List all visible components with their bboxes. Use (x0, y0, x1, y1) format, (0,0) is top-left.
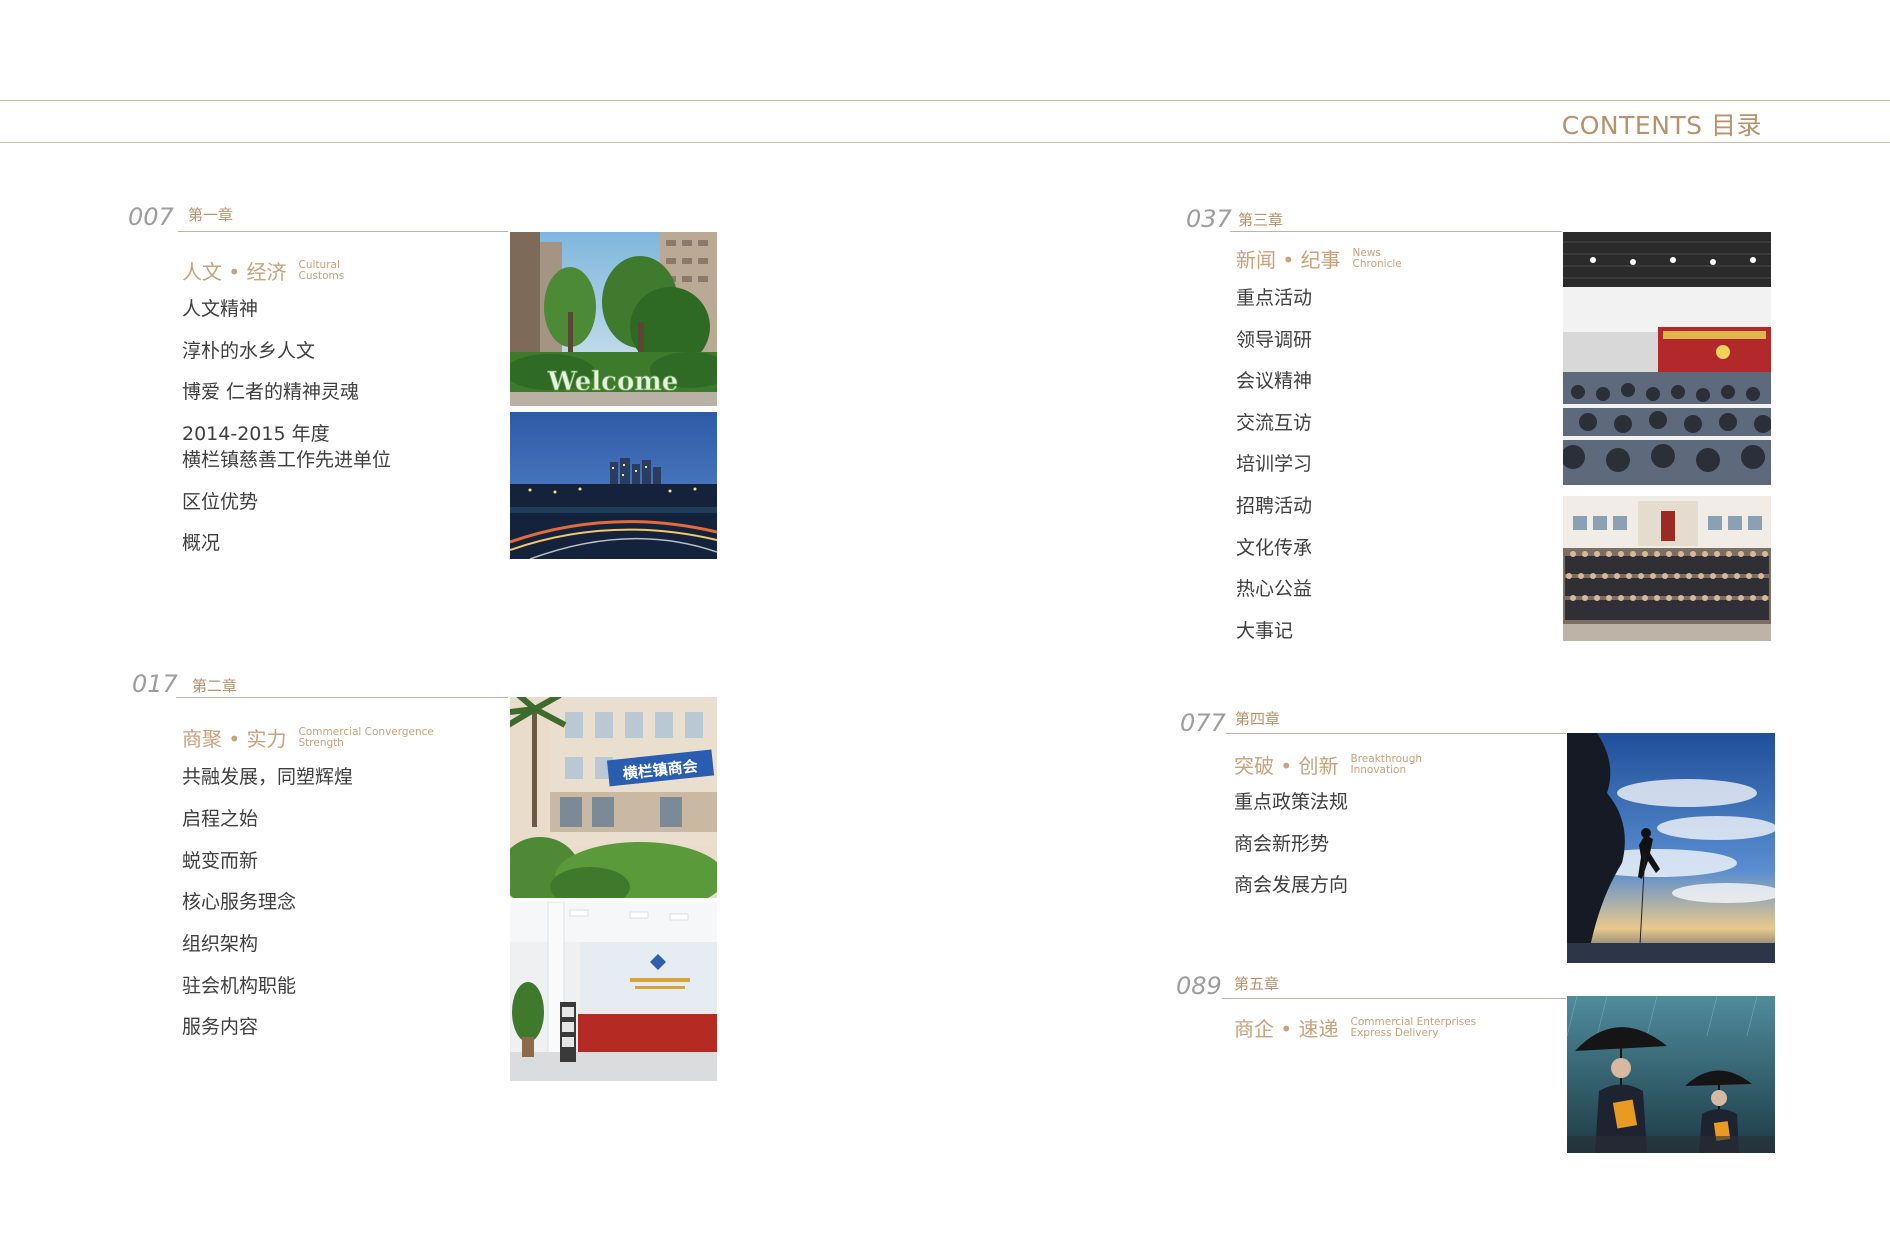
chapter-number: 089 (1176, 972, 1222, 1000)
toc-item[interactable]: 2014-2015 年度 (182, 421, 330, 447)
section-title[interactable]: 突破 • 创新 Breakthrough Innovation (1234, 750, 1422, 779)
chapter-number: 037 (1186, 205, 1232, 233)
toc-item[interactable]: 横栏镇慈善工作先进单位 (182, 447, 391, 473)
section-title[interactable]: 商聚 • 实力 Commercial Convergence Strength (182, 723, 434, 752)
section-title[interactable]: 人文 • 经济 Cultural Customs (182, 256, 344, 285)
chapter-label: 第五章 (1234, 975, 1280, 993)
chapter-label: 第一章 (188, 206, 234, 224)
section-title[interactable]: 新闻 • 纪事 News Chronicle (1236, 244, 1402, 273)
toc-item[interactable]: 博爱 仁者的精神灵魂 (182, 379, 359, 405)
chapter-number: 007 (128, 203, 174, 231)
toc-item[interactable]: 共融发展，同塑辉煌 (182, 764, 353, 790)
toc-item[interactable]: 会议精神 (1236, 368, 1312, 394)
toc-item[interactable]: 重点活动 (1236, 285, 1312, 311)
chapter-rule (1226, 733, 1566, 734)
section-title-zh: 新闻 • 纪事 (1236, 248, 1341, 272)
toc-item[interactable]: 大事记 (1236, 618, 1293, 644)
group-photo (1563, 496, 1771, 641)
section-title-en: Commercial Convergence Strength (298, 726, 434, 749)
toc-item[interactable]: 重点政策法规 (1234, 789, 1348, 815)
chapter-rule (178, 231, 508, 232)
toc-item[interactable]: 启程之始 (182, 806, 258, 832)
toc-item[interactable]: 交流互访 (1236, 410, 1312, 436)
chapter-rule (1230, 231, 1562, 232)
chamber-building-photo: 横栏镇商会 (510, 697, 717, 898)
section-title[interactable]: 商企 • 速递 Commercial Enterprises Express De… (1234, 1013, 1476, 1042)
toc-item[interactable]: 驻会机构职能 (182, 973, 296, 999)
contents-title: CONTENTS 目录 (1561, 111, 1762, 140)
rock-climber-photo (1567, 733, 1775, 963)
umbrella-businessmen-photo (1567, 996, 1775, 1153)
welcome-sign-text: Welcome (547, 367, 679, 397)
toc-item[interactable]: 人文精神 (182, 296, 258, 322)
toc-item[interactable]: 服务内容 (182, 1014, 258, 1040)
night-city-photo (510, 412, 717, 559)
section-title-en: Cultural Customs (298, 259, 345, 282)
section-title-zh: 商企 • 速递 (1234, 1017, 1339, 1041)
section-title-en: Breakthrough Innovation (1350, 753, 1423, 776)
header-top-rule (0, 100, 1890, 101)
toc-item[interactable]: 区位优势 (182, 489, 258, 515)
section-title-zh: 人文 • 经济 (182, 260, 287, 284)
toc-item[interactable]: 文化传承 (1236, 535, 1312, 561)
chapter-number: 017 (132, 670, 178, 698)
reception-lobby-photo (510, 902, 717, 1081)
section-title-en: Commercial Enterprises Express Delivery (1350, 1016, 1477, 1039)
toc-item[interactable]: 蜕变而新 (182, 848, 258, 874)
section-title-zh: 商聚 • 实力 (182, 727, 287, 751)
toc-item[interactable]: 淳朴的水乡人文 (182, 338, 315, 364)
chapter-label: 第二章 (192, 677, 238, 695)
chapter-rule (1222, 998, 1566, 999)
toc-item[interactable]: 热心公益 (1236, 576, 1312, 602)
toc-item[interactable]: 招聘活动 (1236, 493, 1312, 519)
residential-welcome-photo: Welcome (510, 232, 717, 406)
toc-item[interactable]: 核心服务理念 (182, 889, 296, 915)
chapter-number: 077 (1180, 709, 1226, 737)
chapter-rule (176, 697, 508, 698)
toc-item[interactable]: 培训学习 (1236, 451, 1312, 477)
toc-item[interactable]: 商会新形势 (1234, 831, 1329, 857)
toc-item[interactable]: 组织架构 (182, 931, 258, 957)
toc-item[interactable]: 概况 (182, 530, 220, 556)
header-bottom-rule (0, 142, 1890, 143)
section-title-en: News Chronicle (1352, 247, 1402, 270)
toc-item[interactable]: 商会发展方向 (1234, 872, 1348, 898)
chapter-label: 第四章 (1235, 710, 1281, 728)
chapter-label: 第三章 (1238, 211, 1284, 229)
toc-item[interactable]: 领导调研 (1236, 327, 1312, 353)
conference-hall-photo (1563, 232, 1771, 485)
section-title-zh: 突破 • 创新 (1234, 754, 1339, 778)
